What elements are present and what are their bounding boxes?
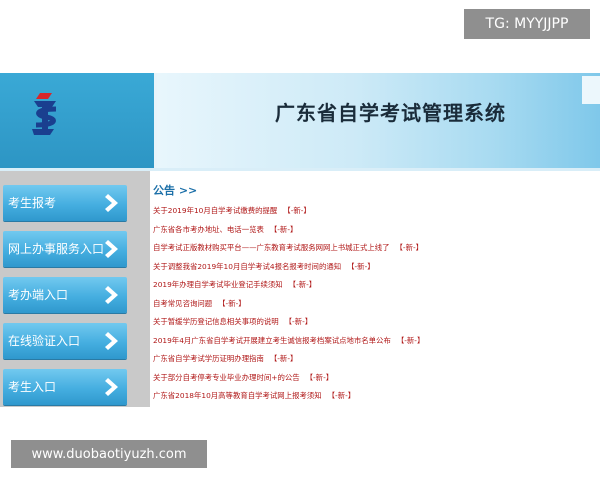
tg-contact-badge: TG: MYYJJPP [464,9,590,39]
puzzle-piece-icon [582,76,600,104]
new-badge: 【-新-】 [396,335,425,345]
notice-link[interactable]: 关于2019年10月自学考试缴费的提醒 [153,206,277,215]
new-badge: 【-新-】 [269,224,298,234]
notice-item[interactable]: 2019年办理自学考试毕业登记手续须知 【-新-】 [153,276,593,295]
new-badge: 【-新-】 [218,298,246,308]
chevron-right-icon [105,194,118,212]
chevron-right-icon [105,240,118,258]
notice-item[interactable]: 关于暂缓学历登记信息相关事项的说明 【-新-】 [153,313,593,332]
new-badge: 【-新-】 [395,243,424,252]
watermark-url: www.duobaotiyuzh.com [11,440,207,468]
new-badge: 【-新-】 [284,317,313,326]
notice-link[interactable]: 2019年4月广东省自学考试开展建立考生诚信报考档案试点地市名单公布 [153,336,391,345]
sidebar-item-applicant-registration[interactable]: 考生报考 [3,185,127,221]
notice-link[interactable]: 广东省2018年10月高等教育自学考试网上报考须知 [153,391,322,400]
notice-link[interactable]: 自学考试正版教材购买平台——广东教育考试服务网网上书城正式上线了 [153,243,390,252]
notice-link[interactable]: 关于调整我省2019年10月自学考试4报名报考时间的通知 [153,262,341,271]
notice-list: 关于2019年10月自学考试缴费的提醒 【-新-】 广东省各市考办地址、电话一览表… [153,202,593,406]
notice-item[interactable]: 自学考试正版教材购买平台——广东教育考试服务网网上书城正式上线了 【-新-】 [153,239,593,258]
site-header: 广东省自学考试管理系统 [0,73,600,168]
sidebar-item-label: 考生入口 [8,380,57,394]
notice-heading[interactable]: 公告 >> [153,182,593,197]
notice-link[interactable]: 2019年办理自学考试毕业登记手续须知 [153,280,283,289]
notice-link[interactable]: 广东省自学考试学历证明办理指南 [153,354,264,363]
notice-item[interactable]: 自考常见咨询问题 【-新-】 [153,295,593,314]
new-badge: 【-新-】 [269,354,298,363]
sidebar-item-applicant-login[interactable]: 考生入口 [3,369,127,405]
sidebar-item-label: 网上办事服务入口 [8,242,105,256]
chevron-right-icon [105,378,118,396]
notice-item[interactable]: 广东省自学考试学历证明办理指南 【-新-】 [153,350,593,369]
notice-item[interactable]: 关于部分自考停考专业毕业办理时间+的公告 【-新-】 [153,369,593,388]
notice-item[interactable]: 关于2019年10月自学考试缴费的提醒 【-新-】 [153,202,593,221]
new-badge: 【-新-】 [305,372,334,382]
sidebar-item-label: 考生报考 [8,196,57,210]
chevron-right-icon [105,332,118,350]
sidebar-item-exam-office[interactable]: 考办端入口 [3,277,127,313]
chevron-right-icon [105,286,118,304]
header-banner: 广东省自学考试管理系统 [157,73,600,168]
notice-item[interactable]: 关于调整我省2019年10月自学考试4报名报考时间的通知 【-新-】 [153,258,593,277]
notice-item[interactable]: 广东省2018年10月高等教育自学考试网上报考须知 【-新-】 [153,387,593,406]
sidebar-item-online-verification[interactable]: 在线验证入口 [3,323,127,359]
new-badge: 【-新-】 [327,391,356,400]
new-badge: 【-新-】 [288,280,317,289]
notice-link[interactable]: 关于部分自考停考专业毕业办理时间+的公告 [153,373,300,382]
notice-item[interactable]: 2019年4月广东省自学考试开展建立考生诚信报考档案试点地市名单公布 【-新-】 [153,332,593,351]
notice-link[interactable]: 关于暂缓学历登记信息相关事项的说明 [153,317,279,326]
sidebar-item-label: 考办端入口 [8,288,69,302]
new-badge: 【-新-】 [347,261,375,271]
new-badge: 【-新-】 [283,206,311,215]
notice-link[interactable]: 自考常见咨询问题 [153,299,212,308]
sidebar: 考生报考 网上办事服务入口 考办端入口 在线验证入口 考生入口 [0,171,150,407]
exam-authority-logo-icon [32,93,57,135]
sidebar-item-online-services[interactable]: 网上办事服务入口 [3,231,127,267]
notice-item[interactable]: 广东省各市考办地址、电话一览表 【-新-】 [153,221,593,240]
logo-panel [0,73,157,168]
page-title: 广东省自学考试管理系统 [275,101,506,125]
notice-board: 公告 >> 关于2019年10月自学考试缴费的提醒 【-新-】 广东省各市考办地址… [153,182,593,406]
sidebar-item-label: 在线验证入口 [8,334,81,348]
notice-link[interactable]: 广东省各市考办地址、电话一览表 [153,225,264,234]
